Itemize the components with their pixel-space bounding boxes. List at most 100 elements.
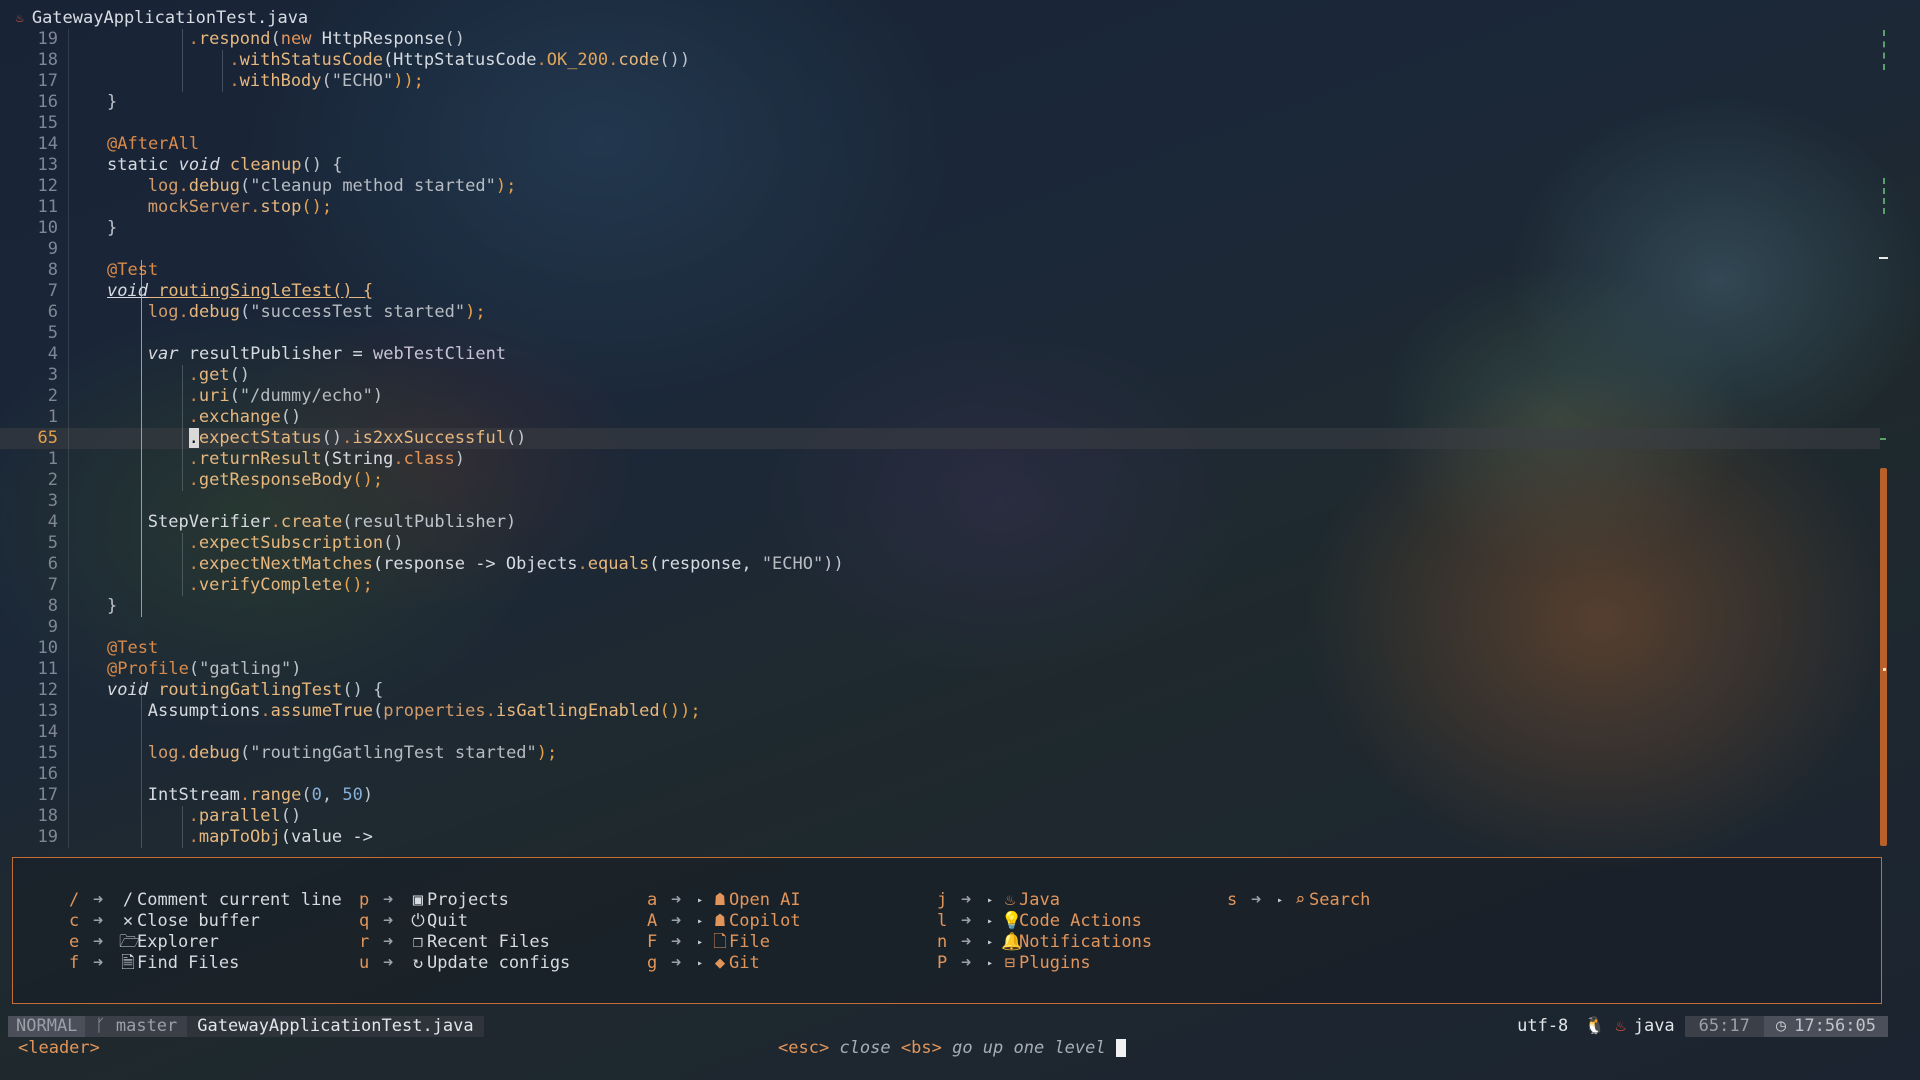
which-key-label: Code Actions — [1019, 911, 1142, 931]
which-key-item[interactable]: A ➜ ▸ ☗ Copilot — [647, 911, 801, 932]
code-text: .mapToObj(value -> — [189, 827, 373, 848]
code-line[interactable]: 18 .withStatusCode(HttpStatusCode.OK_200.… — [0, 50, 1880, 71]
code-line[interactable]: 12 log.debug("cleanup method started"); — [0, 176, 1880, 197]
which-key-item[interactable]: n ➜ ▸ 🔔 Notifications — [937, 932, 1152, 953]
code-line[interactable]: 4 StepVerifier.create(resultPublisher) — [0, 512, 1880, 533]
which-key-column: / ➜ / Comment current line c ➜ ✕ Close buffer e ➜… — [69, 890, 342, 974]
code-token: code — [618, 50, 660, 70]
code-editor[interactable]: 19 .respond(new HttpResponse() 18 .withStat… — [0, 29, 1920, 848]
which-key-label: Java — [1019, 890, 1060, 910]
code-line[interactable]: 14 — [0, 722, 1880, 743]
arrow-icon: ➜ — [671, 932, 682, 952]
code-token: HttpResponse — [311, 29, 445, 49]
line-number: 10 — [37, 218, 58, 238]
code-line[interactable]: 10 @Test — [0, 638, 1880, 659]
line-number: 18 — [37, 50, 58, 70]
code-line[interactable]: 13 static void cleanup() { — [0, 155, 1880, 176]
projects-icon: ▣ — [412, 890, 424, 910]
code-line[interactable]: 5 .expectSubscription() — [0, 533, 1880, 554]
which-key-item[interactable]: a ➜ ▸ ☗ Open AI — [647, 890, 801, 911]
which-key-key: F — [647, 932, 658, 952]
code-token: ( — [188, 659, 200, 679]
code-line[interactable]: 3 .get() — [0, 365, 1880, 386]
git-icon: ◆ — [714, 953, 726, 973]
code-line[interactable]: 11 mockServer.stop(); — [0, 197, 1880, 218]
code-line[interactable]: 18 .parallel() — [0, 806, 1880, 827]
which-key-item[interactable]: F ➜ ▸ 🗋 File — [647, 932, 801, 953]
code-line[interactable]: 19 .mapToObj(value -> — [0, 827, 1880, 848]
code-token: routingSingleTest() { — [147, 281, 374, 301]
which-key-item[interactable]: g ➜ ▸ ◆ Git — [647, 953, 801, 974]
which-key-label: Search — [1309, 890, 1371, 910]
code-line[interactable]: 5 — [0, 323, 1880, 344]
which-key-item[interactable]: s ➜ ▸ ⌕ Search — [1227, 890, 1370, 911]
which-key-item[interactable]: j ➜ ▸ ♨ Java — [937, 890, 1152, 911]
submenu-icon: ▸ — [987, 895, 994, 906]
which-key-item[interactable]: / ➜ / Comment current line — [69, 890, 342, 911]
code-line[interactable]: 7 .verifyComplete(); — [0, 575, 1880, 596]
code-line[interactable]: 9 — [0, 617, 1880, 638]
line-number: 9 — [47, 617, 58, 637]
code-line[interactable]: 6 log.debug("successTest started"); — [0, 302, 1880, 323]
code-line[interactable]: 15 — [0, 113, 1880, 134]
command-line[interactable]: <leader> <esc> close <bs> go up one leve… — [0, 1037, 1920, 1059]
line-number: 5 — [47, 323, 58, 343]
code-line[interactable]: 12 void routingGatlingTest() { — [0, 680, 1880, 701]
code-line[interactable]: 11 @Profile("gatling") — [0, 659, 1880, 680]
code-line[interactable]: 2 .uri("/dummy/echo") — [0, 386, 1880, 407]
code-line[interactable]: 9 — [0, 239, 1880, 260]
code-line[interactable]: 8} — [0, 596, 1880, 617]
code-line[interactable]: 1 .returnResult(String.class) — [0, 449, 1880, 470]
which-key-item[interactable]: u ➜ ↻ Update configs — [359, 953, 570, 974]
which-key-item[interactable]: c ➜ ✕ Close buffer — [69, 911, 342, 932]
code-line[interactable]: 16 — [0, 764, 1880, 785]
code-line[interactable]: 65 .expectStatus().is2xxSuccessful() — [0, 428, 1880, 449]
code-text: .expectSubscription() — [189, 533, 404, 554]
code-line[interactable]: 19 .respond(new HttpResponse() — [0, 29, 1880, 50]
code-line[interactable]: 3 — [0, 491, 1880, 512]
code-line[interactable]: 1 .exchange() — [0, 407, 1880, 428]
which-key-label: File — [729, 932, 770, 952]
which-key-item[interactable]: e ➜ 🗁 Explorer — [69, 932, 342, 953]
line-number: 17 — [37, 71, 58, 91]
scrollbar[interactable] — [1880, 468, 1887, 846]
code-line[interactable]: 4 var resultPublisher = webTestClient — [0, 344, 1880, 365]
code-line[interactable]: 2 .getResponseBody(); — [0, 470, 1880, 491]
code-token: log — [147, 176, 179, 196]
code-line[interactable]: 15 log.debug("routingGatlingTest started"… — [0, 743, 1880, 764]
which-key-item[interactable]: l ➜ ▸ 💡 Code Actions — [937, 911, 1152, 932]
which-key-key: f — [69, 953, 80, 973]
code-text: void routingSingleTest() { — [107, 281, 373, 302]
submenu-icon: ▸ — [697, 916, 704, 927]
code-line[interactable]: 6 .expectNextMatches(response -> Objects.… — [0, 554, 1880, 575]
code-line[interactable]: 8 @Test — [0, 260, 1880, 281]
which-key-item[interactable]: f ➜ 🗎 Find Files — [69, 953, 342, 974]
code-line[interactable]: 17 IntStream.range(0, 50) — [0, 785, 1880, 806]
code-line[interactable]: 17 .withBody("ECHO")); — [0, 71, 1880, 92]
code-text: @Test — [107, 638, 158, 659]
refresh-icon: ↻ — [412, 953, 424, 973]
which-key-key: u — [359, 953, 370, 973]
code-line[interactable]: 14 @AfterAll — [0, 134, 1880, 155]
which-key-item[interactable]: q ➜ ⏻ Quit — [359, 911, 570, 932]
which-key-item[interactable]: r ➜ ❐ Recent Files — [359, 932, 570, 953]
code-line[interactable]: 13 Assumptions.assumeTrue(properties.isGa… — [0, 701, 1880, 722]
code-line[interactable]: 7 void routingSingleTest() { — [0, 281, 1880, 302]
code-token: )); — [393, 71, 424, 91]
code-line[interactable]: 10} — [0, 218, 1880, 239]
code-token: ( — [229, 386, 240, 406]
which-key-item[interactable]: P ➜ ▸ ⊟ Plugins — [937, 953, 1152, 974]
code-token: webTestClient — [372, 344, 507, 364]
line-number: 1 — [47, 449, 58, 469]
file-icon: 🗋 — [713, 932, 727, 952]
code-token: ( — [239, 176, 251, 196]
cursor-position: 65:17 — [1684, 1016, 1764, 1037]
code-text: .expectStatus().is2xxSuccessful() — [188, 428, 526, 449]
code-line[interactable]: 16} — [0, 92, 1880, 113]
code-text: .withBody("ECHO")); — [229, 71, 424, 92]
code-token: ( — [373, 701, 384, 721]
which-key-label: Explorer — [137, 932, 219, 952]
esc-desc: close — [839, 1038, 891, 1058]
which-key-key: n — [937, 932, 948, 952]
which-key-item[interactable]: p ➜ ▣ Projects — [359, 890, 570, 911]
